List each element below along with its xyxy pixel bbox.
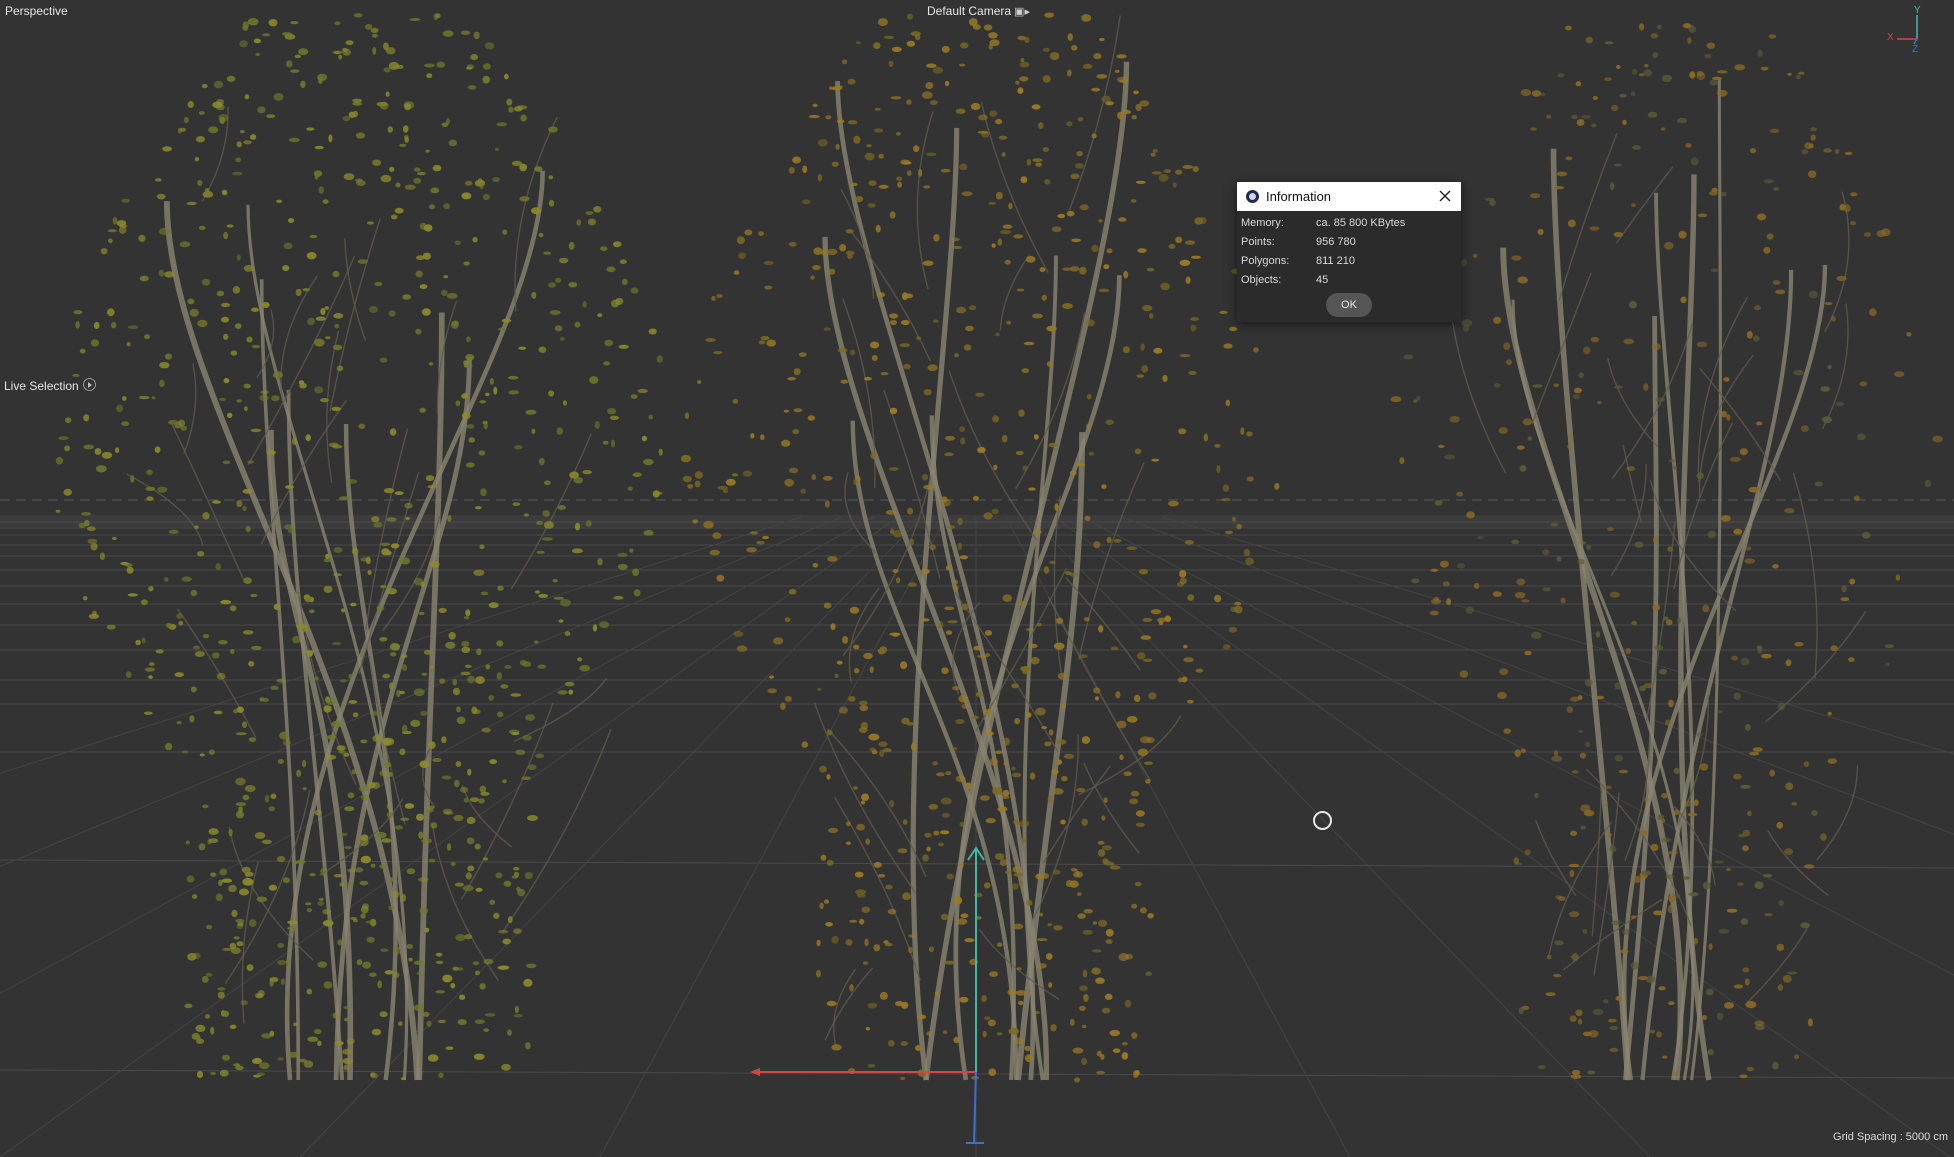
close-icon[interactable]	[1435, 186, 1455, 206]
viewport-scene: Y X Z	[0, 5, 1954, 1157]
information-dialog[interactable]: Information Memory: ca. 85 800 KBytes Po…	[1237, 182, 1461, 322]
camera-icon[interactable]: ▣▸	[1014, 5, 1030, 18]
gizmo-z-label: Z	[1912, 44, 1918, 55]
gizmo-y-label: Y	[1914, 5, 1921, 16]
manipulator-x-arrow[interactable]	[750, 1068, 760, 1076]
info-label: Points:	[1241, 236, 1275, 248]
axis-gizmo: Y X Z	[1887, 5, 1921, 55]
info-row-memory: Memory: ca. 85 800 KBytes	[1241, 215, 1461, 234]
grid-spacing-label: Grid Spacing : 5000 cm	[1833, 1131, 1948, 1143]
tree-right	[1390, 23, 1943, 1081]
info-row-polygons: Polygons: 811 210	[1241, 253, 1461, 272]
gizmo-x-label: X	[1887, 32, 1894, 43]
info-label: Memory:	[1241, 217, 1284, 229]
camera-label: Default Camera	[927, 4, 1012, 18]
ok-button[interactable]: OK	[1326, 293, 1372, 317]
tool-label: Live Selection	[4, 379, 79, 393]
3d-viewport[interactable]: Y X Z Perspective Default Camera ▣▸ Live …	[0, 0, 1954, 1157]
tree-left	[55, 13, 663, 1081]
info-label: Objects:	[1241, 274, 1282, 286]
camera-menu[interactable]: Default Camera ▣▸	[927, 4, 1030, 18]
pin-icon[interactable]	[82, 378, 96, 391]
cursor-circle-icon	[1313, 811, 1332, 830]
projection-menu[interactable]: Perspective	[5, 4, 68, 18]
dialog-titlebar[interactable]: Information	[1237, 182, 1461, 211]
axis-manipulator[interactable]	[750, 846, 985, 1144]
live-selection-tool-label[interactable]: Live Selection	[4, 378, 96, 393]
info-rows: Memory: ca. 85 800 KBytes Points: 956 78…	[1237, 211, 1461, 291]
dialog-title: Information	[1266, 189, 1332, 204]
info-row-objects: Objects: 45	[1241, 272, 1461, 291]
info-row-points: Points: 956 780	[1241, 234, 1461, 253]
tree-middle	[680, 12, 1280, 1083]
info-label: Polygons:	[1241, 255, 1290, 267]
info-value: 45	[1316, 274, 1329, 286]
info-value: 956 780	[1316, 236, 1356, 248]
info-value: ca. 85 800 KBytes	[1316, 217, 1406, 229]
info-value: 811 210	[1316, 255, 1355, 267]
cinema4d-icon	[1246, 190, 1259, 203]
